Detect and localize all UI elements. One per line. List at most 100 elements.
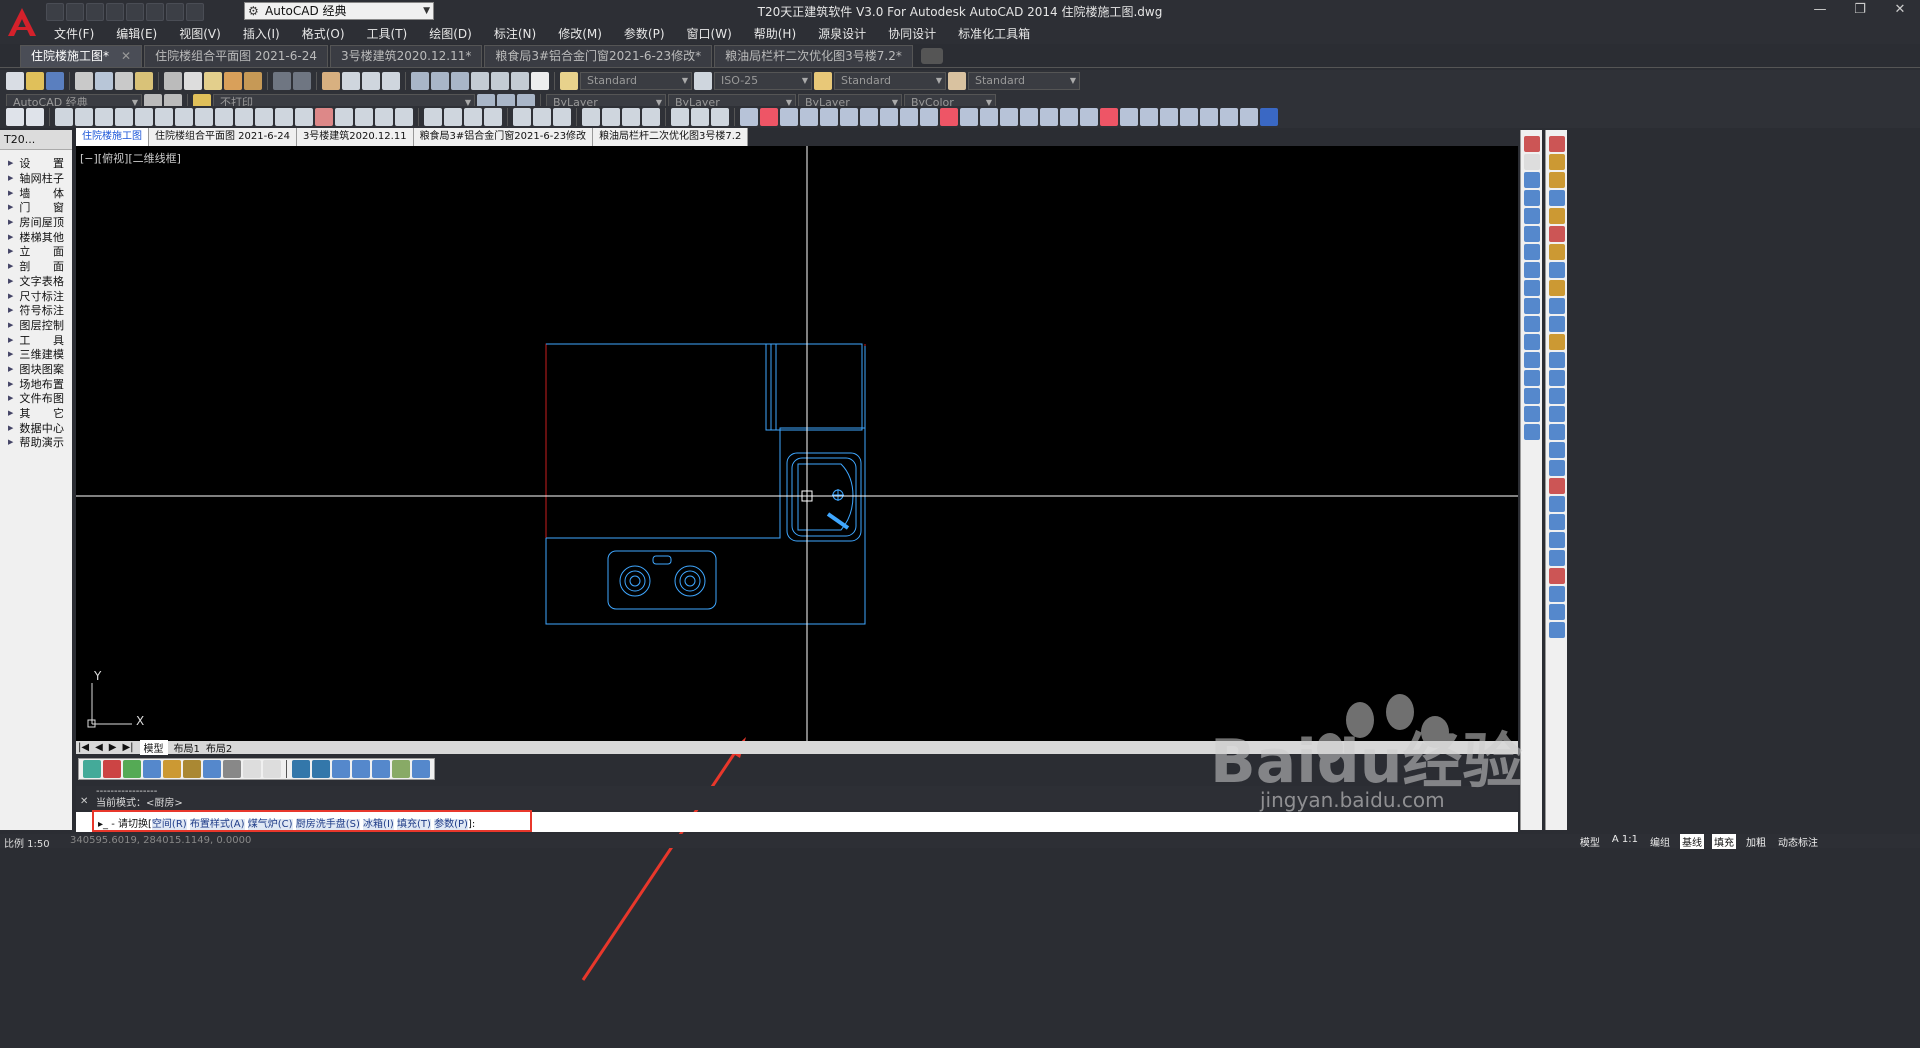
bt-12-icon[interactable]	[352, 760, 370, 778]
bt-15-icon[interactable]	[412, 760, 430, 778]
watermark-brand: Baidu经验	[1210, 727, 1522, 797]
xline-icon[interactable]	[1523, 154, 1540, 170]
command-prompt: ▸_ - 请切换[空间(R) 布置样式(A) 煤气炉(C) 厨房洗手盘(S) 冰…	[98, 815, 475, 830]
status-bold[interactable]: 加粗	[1744, 834, 1768, 849]
stretch-icon[interactable]	[1548, 280, 1565, 296]
status-bar: 比例 1:50 340595.6019, 284015.1149, 0.0000…	[0, 834, 1920, 850]
make-block-icon[interactable]	[1523, 334, 1540, 350]
scale-indicator[interactable]: 比例 1:50	[4, 835, 50, 850]
status-toggles: 模型 A 1:1 编组 基线 填充 加粗 动态标注	[1578, 834, 1820, 849]
hatch-icon[interactable]	[1523, 370, 1540, 386]
bt-6-icon[interactable]	[183, 760, 201, 778]
insert-block-icon[interactable]	[1523, 316, 1540, 332]
table-icon[interactable]	[1523, 406, 1540, 422]
snap-7-icon[interactable]	[1548, 532, 1565, 548]
arc-icon[interactable]	[1523, 226, 1540, 242]
snap-2-icon[interactable]	[1548, 442, 1565, 458]
break-icon[interactable]	[1548, 334, 1565, 350]
scale-icon[interactable]	[1548, 262, 1565, 278]
snap-8-icon[interactable]	[1548, 550, 1565, 566]
bt-settings-icon[interactable]	[243, 760, 261, 778]
baidu-watermark-logo: Baidu经验	[1210, 694, 1522, 797]
bt-9-icon[interactable]	[292, 760, 310, 778]
nav-last-icon[interactable]: ▶|	[122, 742, 133, 753]
status-annotation-scale[interactable]: A 1:1	[1610, 834, 1640, 849]
bt-11-icon[interactable]	[332, 760, 350, 778]
prompt-prefix: - 请切换[	[111, 819, 152, 830]
chamfer-icon[interactable]	[1548, 370, 1565, 386]
spline-icon[interactable]	[1523, 280, 1540, 296]
rotate-icon[interactable]	[1548, 244, 1565, 260]
erase-icon[interactable]	[1548, 136, 1565, 152]
fillet-icon[interactable]	[1548, 388, 1565, 404]
bt-4-icon[interactable]	[143, 760, 161, 778]
nav-prev-icon[interactable]: ◀	[95, 742, 103, 753]
copy-obj-icon[interactable]	[1548, 154, 1565, 170]
bt-3-icon[interactable]	[123, 760, 141, 778]
status-baseline[interactable]: 基线	[1680, 834, 1704, 849]
bt-10-icon[interactable]	[312, 760, 330, 778]
nav-next-icon[interactable]: ▶	[109, 742, 117, 753]
option-space[interactable]: 空间(R)	[151, 819, 187, 830]
watermark-url: jingyan.baidu.com	[1260, 788, 1445, 812]
snap-1-icon[interactable]	[1548, 424, 1565, 440]
mirror-icon[interactable]	[1548, 172, 1565, 188]
bt-14-icon[interactable]	[392, 760, 410, 778]
option-fill[interactable]: 填充(T)	[397, 819, 431, 830]
bt-2-icon[interactable]	[103, 760, 121, 778]
bt-7-icon[interactable]	[203, 760, 221, 778]
option-layout-style[interactable]: 布置样式(A)	[189, 819, 245, 830]
snap-5-icon[interactable]	[1548, 496, 1565, 512]
polygon-icon[interactable]	[1523, 190, 1540, 206]
layout-tab-2[interactable]: 布局2	[206, 740, 232, 755]
layout-tab-1[interactable]: 布局1	[174, 740, 200, 755]
nav-first-icon[interactable]: |◀	[78, 742, 89, 753]
ellipse-icon[interactable]	[1523, 298, 1540, 314]
layout-tab-model[interactable]: 模型	[139, 740, 168, 755]
status-fill[interactable]: 填充	[1712, 834, 1736, 849]
coordinate-readout: 340595.6019, 284015.1149, 0.0000	[70, 835, 252, 846]
prompt-icon: ▸_	[98, 819, 109, 830]
mtext-icon[interactable]	[1523, 424, 1540, 440]
bt-5-icon[interactable]	[163, 760, 181, 778]
bt-1-icon[interactable]	[83, 760, 101, 778]
tz-bottom-toolbar	[78, 758, 435, 780]
status-group[interactable]: 编组	[1648, 834, 1672, 849]
snap-11-icon[interactable]	[1548, 604, 1565, 620]
polyline-icon[interactable]	[1523, 172, 1540, 188]
option-gas-stove[interactable]: 煤气炉(C)	[247, 819, 293, 830]
separator	[286, 760, 287, 778]
option-kitchen-sink[interactable]: 厨房洗手盘(S)	[295, 819, 360, 830]
explode-icon[interactable]	[1548, 406, 1565, 422]
join-icon[interactable]	[1548, 352, 1565, 368]
bt-fixed-icon[interactable]	[263, 760, 281, 778]
snap-6-icon[interactable]	[1548, 514, 1565, 530]
rectangle-icon[interactable]	[1523, 208, 1540, 224]
snap-12-icon[interactable]	[1548, 622, 1565, 638]
snap-9-icon[interactable]	[1548, 568, 1565, 584]
option-params[interactable]: 参数(P)	[434, 819, 468, 830]
trim-icon[interactable]	[1548, 298, 1565, 314]
move-icon[interactable]	[1548, 226, 1565, 242]
line-icon[interactable]	[1523, 136, 1540, 152]
array-icon[interactable]	[1548, 208, 1565, 224]
region-icon[interactable]	[1523, 388, 1540, 404]
bt-8-icon[interactable]	[223, 760, 241, 778]
bt-13-icon[interactable]	[372, 760, 390, 778]
offset-icon[interactable]	[1548, 190, 1565, 206]
option-fridge[interactable]: 冰箱(I)	[363, 819, 394, 830]
circle-icon[interactable]	[1523, 244, 1540, 260]
revcloud-icon[interactable]	[1523, 262, 1540, 278]
close-icon[interactable]: ✕	[80, 796, 88, 807]
snap-10-icon[interactable]	[1548, 586, 1565, 602]
prompt-suffix: ]:	[467, 819, 476, 830]
extend-icon[interactable]	[1548, 316, 1565, 332]
snap-3-icon[interactable]	[1548, 460, 1565, 476]
snap-4-icon[interactable]	[1548, 478, 1565, 494]
status-dynamic-dim[interactable]: 动态标注	[1776, 834, 1820, 849]
annotation-arrow-layer	[581, 737, 746, 981]
point-icon[interactable]	[1523, 352, 1540, 368]
annotation-arrow-line	[581, 747, 740, 981]
right-modify-toolbar	[1545, 130, 1567, 830]
status-model[interactable]: 模型	[1578, 834, 1602, 849]
